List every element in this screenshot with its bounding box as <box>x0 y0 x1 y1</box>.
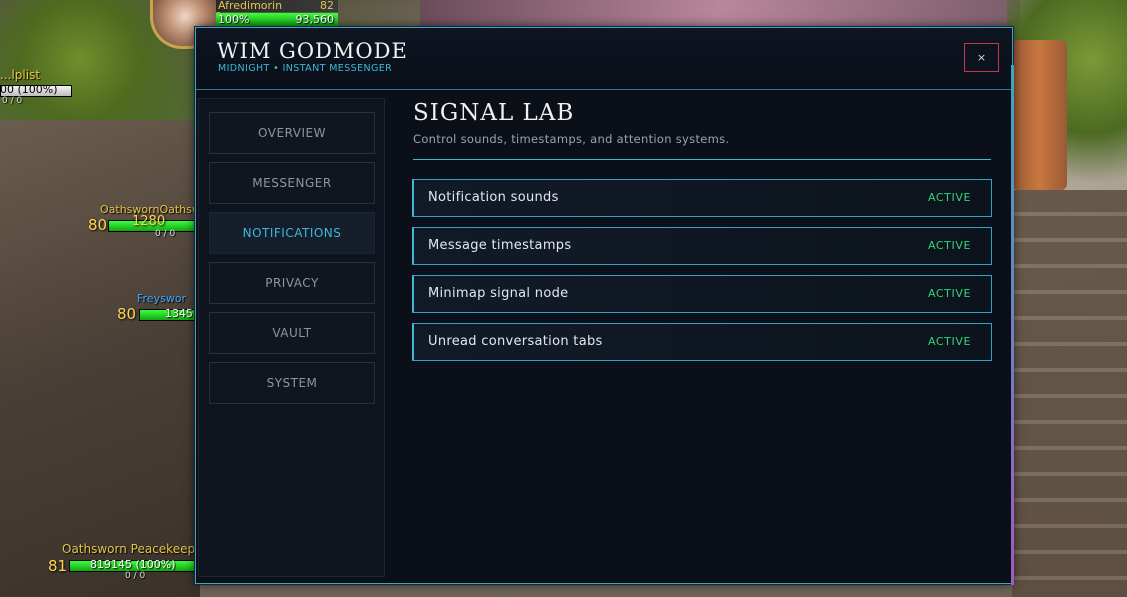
sidebar-item-notifications[interactable]: NOTIFICATIONS <box>209 212 375 254</box>
nameplate-power: 0 / 0 <box>2 96 23 106</box>
setting-unread-conversation-tabs[interactable]: Unread conversation tabs ACTIVE <box>412 323 992 361</box>
nameplate-name: ...lplist <box>0 68 41 82</box>
target-name-bar[interactable]: Afredimorin 82 <box>216 0 338 12</box>
sky <box>420 0 1020 30</box>
nameplate-power: 0 / 0 <box>155 229 176 239</box>
target-level: 82 <box>320 0 334 12</box>
setting-status-badge: ACTIVE <box>927 287 971 300</box>
nameplate-level: 80 <box>117 305 137 323</box>
section-subtitle: Control sounds, timestamps, and attentio… <box>413 132 730 146</box>
target-hp-value: 93,560 <box>295 13 335 26</box>
setting-status-badge: ACTIVE <box>927 239 971 252</box>
section-title: SIGNAL LAB <box>413 100 575 126</box>
nameplate-hp: 00 (100%) <box>0 83 58 96</box>
sidebar-item-overview[interactable]: OVERVIEW <box>209 112 375 154</box>
setting-label: Minimap signal node <box>428 286 569 301</box>
setting-message-timestamps[interactable]: Message timestamps ACTIVE <box>412 227 992 265</box>
nameplate-power: 0 / 0 <box>125 571 146 581</box>
close-button[interactable]: × <box>964 43 999 72</box>
setting-status-badge: ACTIVE <box>927 335 971 348</box>
target-hp-percent: 100% <box>218 13 250 26</box>
setting-label: Message timestamps <box>428 238 572 253</box>
stone-stairs <box>1012 190 1127 597</box>
window-subtitle: MIDNIGHT • INSTANT MESSENGER <box>218 63 393 74</box>
settings-sidebar: OVERVIEW MESSENGER NOTIFICATIONS PRIVACY… <box>198 98 385 577</box>
setting-label: Notification sounds <box>428 190 559 205</box>
setting-notification-sounds[interactable]: Notification sounds ACTIVE <box>412 179 992 217</box>
nameplate-level: 1280 <box>132 214 166 229</box>
setting-status-badge: ACTIVE <box>927 191 971 204</box>
section-divider <box>413 159 991 160</box>
sidebar-item-messenger[interactable]: MESSENGER <box>209 162 375 204</box>
nameplate-level: 81 <box>48 557 68 575</box>
close-icon: × <box>976 51 987 64</box>
nameplate-hp: 819145 (100%) <box>90 558 176 571</box>
sidebar-item-vault[interactable]: VAULT <box>209 312 375 354</box>
rock-cliff <box>0 120 200 597</box>
sidebar-item-system[interactable]: SYSTEM <box>209 362 375 404</box>
sidebar-item-privacy[interactable]: PRIVACY <box>209 262 375 304</box>
target-name: Afredimorin <box>218 0 283 12</box>
nameplate-name: Freyswor <box>137 292 187 305</box>
window-title: WIM GODMODE <box>217 39 408 63</box>
window-header[interactable]: WIM GODMODE MIDNIGHT • INSTANT MESSENGER… <box>196 28 1012 90</box>
nameplate-level: 80 <box>88 216 108 234</box>
wim-settings-window: WIM GODMODE MIDNIGHT • INSTANT MESSENGER… <box>195 27 1014 585</box>
target-health-bar[interactable]: 100% 93,560 <box>216 13 338 27</box>
building-pillar <box>1012 40 1067 190</box>
nameplate-name: Oathsworn Peacekeep <box>62 542 196 556</box>
setting-label: Unread conversation tabs <box>428 334 603 349</box>
setting-minimap-signal-node[interactable]: Minimap signal node ACTIVE <box>412 275 992 313</box>
